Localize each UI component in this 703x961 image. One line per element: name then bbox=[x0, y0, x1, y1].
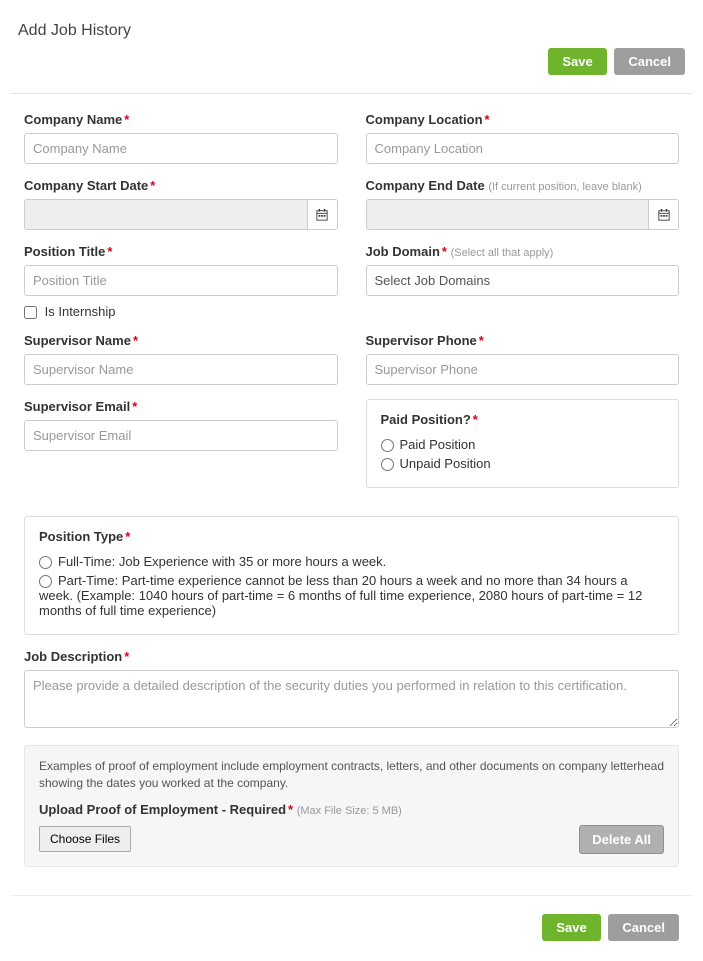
job-domain-select[interactable]: Select Job Domains bbox=[366, 265, 680, 296]
upload-hint: (Max File Size: 5 MB) bbox=[297, 805, 402, 817]
supervisor-name-label: Supervisor Name* bbox=[24, 333, 338, 348]
end-date-label: Company End Date (If current position, l… bbox=[366, 178, 680, 193]
company-name-input[interactable] bbox=[24, 133, 338, 164]
is-internship-label: Is Internship bbox=[45, 304, 116, 319]
end-date-picker-button[interactable] bbox=[648, 199, 679, 230]
unpaid-option-label: Unpaid Position bbox=[400, 456, 491, 471]
upload-section: Examples of proof of employment include … bbox=[24, 745, 679, 867]
supervisor-phone-label: Supervisor Phone* bbox=[366, 333, 680, 348]
required-icon: * bbox=[124, 112, 129, 127]
company-name-label: Company Name* bbox=[24, 112, 338, 127]
job-domain-hint: (Select all that apply) bbox=[451, 247, 554, 259]
required-icon: * bbox=[479, 333, 484, 348]
choose-files-button[interactable]: Choose Files bbox=[39, 826, 131, 852]
supervisor-email-input[interactable] bbox=[24, 420, 338, 451]
position-type-label: Position Type* bbox=[39, 529, 664, 544]
fulltime-option-label: Full-Time: Job Experience with 35 or mor… bbox=[58, 554, 386, 569]
save-button-bottom[interactable]: Save bbox=[542, 914, 600, 941]
paid-radio[interactable] bbox=[381, 439, 394, 452]
start-date-input[interactable] bbox=[24, 199, 307, 230]
paid-option-label: Paid Position bbox=[400, 437, 476, 452]
divider bbox=[10, 93, 693, 94]
required-icon: * bbox=[125, 529, 130, 544]
position-title-label: Position Title* bbox=[24, 244, 338, 259]
upload-desc: Examples of proof of employment include … bbox=[39, 758, 664, 792]
supervisor-email-label: Supervisor Email* bbox=[24, 399, 338, 414]
start-date-label: Company Start Date* bbox=[24, 178, 338, 193]
job-description-textarea[interactable] bbox=[24, 670, 679, 728]
required-icon: * bbox=[288, 802, 293, 817]
required-icon: * bbox=[473, 412, 478, 427]
company-location-label: Company Location* bbox=[366, 112, 680, 127]
parttime-option-label: Part-Time: Part-time experience cannot b… bbox=[39, 573, 642, 618]
required-icon: * bbox=[485, 112, 490, 127]
fulltime-radio[interactable] bbox=[39, 556, 52, 569]
end-date-hint: (If current position, leave blank) bbox=[488, 181, 641, 193]
required-icon: * bbox=[150, 178, 155, 193]
unpaid-radio[interactable] bbox=[381, 458, 394, 471]
page-title: Add Job History bbox=[18, 22, 685, 40]
upload-label: Upload Proof of Employment - Required* (… bbox=[39, 802, 664, 817]
required-icon: * bbox=[133, 333, 138, 348]
end-date-input[interactable] bbox=[366, 199, 649, 230]
required-icon: * bbox=[132, 399, 137, 414]
start-date-picker-button[interactable] bbox=[307, 199, 338, 230]
position-title-input[interactable] bbox=[24, 265, 338, 296]
cancel-button-bottom[interactable]: Cancel bbox=[608, 914, 679, 941]
required-icon: * bbox=[442, 244, 447, 259]
is-internship-checkbox[interactable] bbox=[24, 306, 37, 319]
calendar-icon bbox=[658, 209, 670, 221]
paid-position-label: Paid Position?* bbox=[381, 412, 665, 427]
position-type-group: Position Type* Full-Time: Job Experience… bbox=[24, 516, 679, 635]
save-button-top[interactable]: Save bbox=[548, 48, 606, 75]
parttime-radio[interactable] bbox=[39, 575, 52, 588]
supervisor-phone-input[interactable] bbox=[366, 354, 680, 385]
job-description-label: Job Description* bbox=[24, 649, 679, 664]
required-icon: * bbox=[107, 244, 112, 259]
required-icon: * bbox=[124, 649, 129, 664]
company-location-input[interactable] bbox=[366, 133, 680, 164]
delete-all-button[interactable]: Delete All bbox=[579, 825, 664, 854]
supervisor-name-input[interactable] bbox=[24, 354, 338, 385]
job-domain-label: Job Domain* (Select all that apply) bbox=[366, 244, 680, 259]
calendar-icon bbox=[316, 209, 328, 221]
paid-position-group: Paid Position?* Paid Position Unpaid Pos… bbox=[366, 399, 680, 488]
cancel-button-top[interactable]: Cancel bbox=[614, 48, 685, 75]
